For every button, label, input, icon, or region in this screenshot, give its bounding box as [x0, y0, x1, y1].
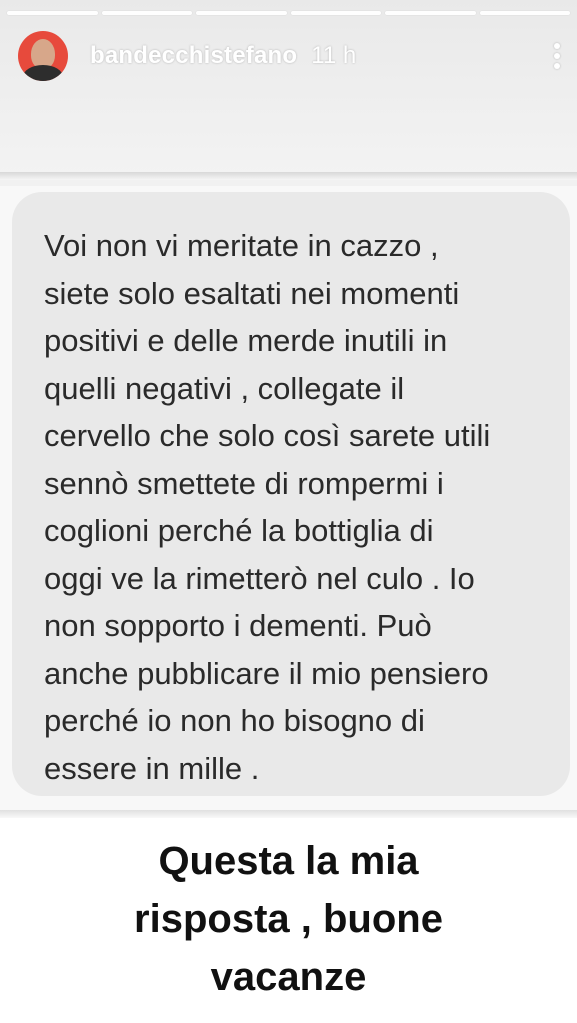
more-dot	[554, 63, 560, 69]
progress-segment	[101, 11, 192, 15]
more-vertical-icon[interactable]	[551, 41, 563, 71]
story-progress-bar	[7, 11, 570, 15]
message-text: Voi non vi meritate in cazzo , siete sol…	[44, 228, 491, 786]
more-dot	[554, 53, 560, 59]
reply-caption-card: Questa la mia risposta , buone vacanze	[0, 818, 577, 1023]
story-viewer: bandecchistefano 11 h Voi non vi meritat…	[0, 0, 577, 1023]
progress-segment	[196, 11, 287, 15]
avatar-shirt	[23, 65, 63, 81]
message-screenshot: Voi non vi meritate in cazzo , siete sol…	[0, 186, 577, 810]
profile-avatar[interactable]	[18, 31, 68, 81]
section-divider	[0, 172, 577, 180]
progress-segment	[479, 11, 570, 15]
more-dot	[554, 43, 560, 49]
progress-segment	[385, 11, 476, 15]
story-header: bandecchistefano 11 h	[18, 30, 563, 82]
story-top-area[interactable]	[0, 0, 577, 176]
progress-segment	[7, 11, 98, 15]
reply-caption: Questa la mia risposta , buone vacanze	[134, 839, 443, 999]
username-link[interactable]: bandecchistefano	[90, 42, 297, 70]
message-bubble: Voi non vi meritate in cazzo , siete sol…	[12, 192, 570, 796]
progress-segment	[290, 11, 381, 15]
story-timestamp: 11 h	[311, 42, 357, 69]
